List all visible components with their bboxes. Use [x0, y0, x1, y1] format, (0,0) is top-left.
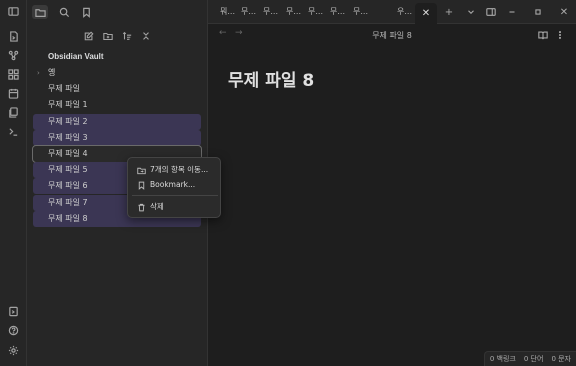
file-label: 무제 파일 — [48, 84, 80, 94]
view-header: ← → 무제 파일 8 — [208, 25, 576, 45]
file-label: 무제 파일 3 — [48, 132, 88, 142]
note-title[interactable]: 무제 파일 8 — [228, 66, 314, 91]
file-explorer-actions — [82, 29, 162, 43]
menu-item-label: Bookmark... — [150, 180, 196, 189]
minimize-icon[interactable] — [505, 5, 519, 19]
tab-bar: 뭐... 무... 무... 무... 무... 무... 무... 우... … — [208, 0, 576, 24]
help-icon[interactable] — [8, 325, 19, 336]
bookmark-icon — [136, 180, 146, 190]
folder-item[interactable]: › 옝 — [33, 65, 201, 81]
char-count: 0 문자 — [551, 355, 571, 363]
file-label: 무제 파일 4 — [48, 148, 88, 158]
tab[interactable]: 무... — [263, 5, 278, 19]
new-note-icon[interactable] — [82, 29, 96, 43]
menu-item-label: 7개의 항목 이동... — [150, 165, 209, 174]
more-options-icon[interactable] — [554, 29, 566, 41]
tab[interactable]: 무... — [241, 5, 256, 19]
open-quick-switcher-icon[interactable] — [8, 31, 19, 42]
file-item-selected[interactable]: 무제 파일 2 — [33, 113, 201, 130]
file-item[interactable]: 무제 파일 — [33, 81, 201, 97]
sidebar-toggle-icon[interactable] — [8, 6, 19, 17]
sidebar-tabs — [27, 0, 208, 24]
file-label: 무제 파일 7 — [48, 197, 88, 207]
menu-separator — [132, 195, 218, 196]
file-label: 무제 파일 8 — [48, 213, 88, 223]
active-tab-close-icon[interactable]: ✕ — [415, 3, 437, 24]
menu-item-bookmark[interactable]: Bookmark... — [132, 178, 218, 192]
files-tab-folder-icon[interactable] — [32, 5, 48, 19]
settings-gear-icon[interactable] — [8, 345, 19, 356]
menu-item-delete[interactable]: 삭제 — [132, 200, 218, 214]
file-label: 무제 파일 6 — [48, 181, 88, 191]
search-tab-icon[interactable] — [56, 5, 72, 19]
view-header-title[interactable]: 무제 파일 8 — [208, 30, 576, 41]
reading-view-book-icon[interactable] — [537, 29, 549, 41]
file-item[interactable]: 무제 파일 1 — [33, 97, 201, 113]
collapse-all-icon[interactable] — [139, 29, 153, 43]
window-close-icon[interactable]: ✕ — [557, 5, 571, 19]
graph-view-icon[interactable] — [8, 50, 19, 61]
context-menu: 7개의 항목 이동... Bookmark... 삭제 — [127, 157, 221, 218]
vault-switcher-icon[interactable] — [8, 306, 19, 317]
tab[interactable]: 뭐... — [220, 5, 235, 19]
new-tab-plus-icon[interactable]: + — [442, 5, 456, 19]
sort-icon[interactable] — [120, 29, 134, 43]
menu-item-move[interactable]: 7개의 항목 이동... — [132, 163, 218, 177]
file-label: 무제 파일 2 — [48, 116, 88, 126]
menu-item-label: 삭제 — [150, 202, 164, 211]
vault-name[interactable]: Obsidian Vault — [48, 52, 104, 61]
file-label: 옝 — [48, 68, 56, 77]
bookmarks-tab-icon[interactable] — [78, 5, 94, 19]
chevron-right-icon: › — [37, 69, 40, 77]
file-item-selected[interactable]: 무제 파일 3 — [33, 129, 201, 146]
tab[interactable]: 우... — [397, 5, 412, 19]
canvas-icon[interactable] — [8, 69, 19, 80]
command-palette-icon[interactable] — [8, 126, 19, 137]
file-label: 무제 파일 5 — [48, 165, 88, 175]
status-bar: 0 백링크 0 단어 0 문자 — [483, 351, 576, 366]
tab[interactable]: 무... — [353, 5, 368, 19]
tab-list-chevron-down-icon[interactable] — [464, 5, 478, 19]
tab[interactable]: 무... — [330, 5, 345, 19]
daily-note-icon[interactable] — [8, 88, 19, 99]
new-folder-icon[interactable] — [101, 29, 115, 43]
move-folder-icon — [136, 165, 146, 175]
tab[interactable]: 무... — [286, 5, 301, 19]
backlinks-count[interactable]: 0 백링크 — [490, 354, 516, 364]
word-count: 0 단어 — [523, 355, 544, 363]
templates-icon[interactable] — [8, 107, 19, 118]
ribbon — [0, 0, 27, 366]
maximize-icon[interactable] — [531, 5, 545, 19]
right-sidebar-toggle-icon[interactable] — [484, 5, 498, 19]
trash-icon — [136, 202, 146, 212]
tab[interactable]: 무... — [308, 5, 323, 19]
file-label: 무제 파일 1 — [48, 100, 88, 110]
